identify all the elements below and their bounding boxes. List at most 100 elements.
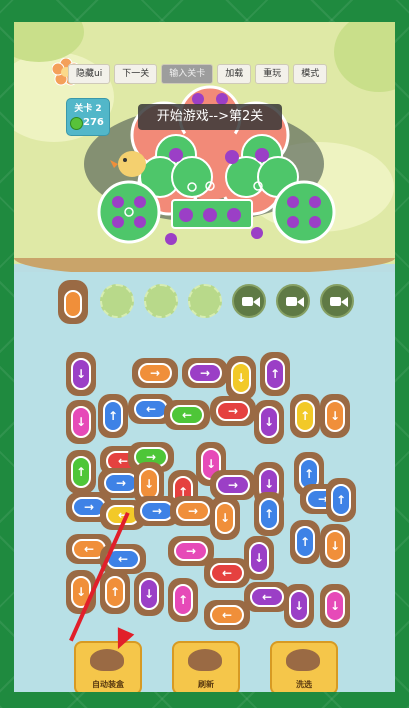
purple-basket: ↓: [259, 406, 279, 438]
auto-pack-label: 自动装盒: [92, 680, 124, 689]
capybara-piece[interactable]: →: [210, 396, 256, 426]
arrow-right-icon: →: [151, 504, 163, 518]
orange-basket: ↓: [325, 530, 345, 562]
capybara-piece[interactable]: ↑: [290, 394, 320, 438]
capybara-piece[interactable]: ↓: [284, 584, 314, 628]
capybara-pile: ↓ → → ↓ ↑ ↓ ↑ ← ← → ↓ ↑ ↓ ← → ↓ ↑ ↑ → ↓ ↑ → ↓ → ↑ → ← → → ↓ ↑ ↑ ← ← → ← ↓ ↓ ↓ ↑…: [14, 22, 395, 692]
pink-basket: ↑: [173, 584, 193, 616]
arrow-down-icon: ↓: [263, 477, 275, 491]
arrow-up-icon: ↑: [335, 493, 347, 507]
pink-basket: →: [174, 541, 208, 561]
pink-basket: ↓: [71, 406, 91, 438]
arrow-up-icon: ↑: [299, 409, 311, 423]
orange-basket: ↓: [325, 400, 345, 432]
green-basket: ←: [170, 405, 204, 425]
capybara-piece[interactable]: ↑: [168, 578, 198, 622]
capybara-piece[interactable]: ↑: [260, 352, 290, 396]
orange-basket: ↓: [215, 502, 235, 534]
arrow-right-icon: →: [227, 478, 239, 492]
game-screen: 隐藏ui 下一关 输入关卡 加载 重玩 模式 关卡 2 276 开始游戏-->第…: [14, 22, 395, 692]
purple-basket: →: [216, 475, 250, 495]
arrow-left-icon: ←: [117, 454, 129, 468]
refresh-label: 刷新: [198, 680, 214, 689]
capybara-piece[interactable]: →: [210, 470, 256, 500]
yellow-basket: ↑: [295, 400, 315, 432]
capybara-piece[interactable]: ↓: [66, 400, 96, 444]
arrow-up-icon: ↑: [109, 585, 121, 599]
blue-basket: ↑: [103, 400, 123, 432]
capybara-piece[interactable]: ↓: [226, 356, 256, 400]
capybara-piece[interactable]: ↑: [290, 520, 320, 564]
purple-basket: ↓: [289, 590, 309, 622]
arrow-down-icon: ↓: [205, 457, 217, 471]
arrow-left-icon: ←: [261, 590, 273, 604]
arrow-up-icon: ↑: [75, 465, 87, 479]
orange-basket: →: [176, 501, 210, 521]
capybara-icon: [286, 649, 320, 671]
arrow-down-icon: ↓: [329, 599, 341, 613]
purple-basket: ←: [250, 587, 284, 607]
purple-basket: ↑: [265, 358, 285, 390]
arrow-down-icon: ↓: [235, 371, 247, 385]
green-basket: ↑: [71, 456, 91, 488]
capybara-piece[interactable]: ↓: [210, 496, 240, 540]
yellow-basket: ↓: [231, 362, 251, 394]
capybara-piece[interactable]: ↓: [320, 584, 350, 628]
purple-basket: ↓: [139, 578, 159, 610]
arrow-up-icon: ↑: [263, 507, 275, 521]
arrow-up-icon: ↑: [107, 409, 119, 423]
capybara-piece[interactable]: →: [132, 358, 178, 388]
capybara-piece[interactable]: ←: [164, 400, 210, 430]
capybara-piece[interactable]: ←: [204, 600, 250, 630]
capybara-icon: [188, 649, 222, 671]
purple-basket: →: [188, 363, 222, 383]
arrow-right-icon: →: [185, 544, 197, 558]
refresh-button[interactable]: 刷新: [172, 641, 240, 692]
orange-basket: ←: [210, 605, 244, 625]
blue-basket: →: [140, 501, 174, 521]
arrow-down-icon: ↓: [75, 367, 87, 381]
arrow-right-icon: →: [115, 476, 127, 490]
pink-basket: ↓: [325, 590, 345, 622]
arrow-up-icon: ↑: [177, 593, 189, 607]
capybara-piece[interactable]: ↑: [66, 450, 96, 494]
arrow-down-icon: ↓: [329, 409, 341, 423]
purple-basket: ↓: [249, 542, 269, 574]
arrow-down-icon: ↓: [75, 415, 87, 429]
arrow-down-icon: ↓: [219, 511, 231, 525]
arrow-left-icon: ←: [145, 402, 157, 416]
arrow-right-icon: →: [199, 366, 211, 380]
red-basket: ←: [210, 563, 244, 583]
capybara-piece[interactable]: →: [182, 358, 228, 388]
purple-basket: ↓: [71, 358, 91, 390]
capybara-piece[interactable]: ↓: [66, 352, 96, 396]
capybara-piece[interactable]: ↑: [254, 492, 284, 536]
auto-pack-button[interactable]: 自动装盒: [74, 641, 142, 692]
capybara-piece[interactable]: ↓: [320, 394, 350, 438]
capybara-piece[interactable]: ↓: [244, 536, 274, 580]
arrow-left-icon: ←: [117, 552, 129, 566]
arrow-left-icon: ←: [83, 542, 95, 556]
arrow-right-icon: →: [83, 500, 95, 514]
orange-basket: ↑: [105, 576, 125, 608]
blue-basket: →: [104, 473, 138, 493]
arrow-up-icon: ↑: [303, 467, 315, 481]
blue-basket: ↑: [295, 526, 315, 558]
capybara-piece[interactable]: ↑: [100, 570, 130, 614]
orange-basket: →: [138, 363, 172, 383]
arrow-right-icon: →: [227, 404, 239, 418]
capybara-piece[interactable]: ↑: [98, 394, 128, 438]
capybara-piece[interactable]: ↑: [326, 478, 356, 522]
arrow-down-icon: ↓: [143, 477, 155, 491]
blue-basket: ↑: [331, 484, 351, 516]
arrow-down-icon: ↓: [329, 539, 341, 553]
arrow-down-icon: ↓: [75, 585, 87, 599]
capybara-piece[interactable]: ↓: [134, 572, 164, 616]
arrow-left-icon: ←: [181, 408, 193, 422]
arrow-left-icon: ←: [221, 566, 233, 580]
shuffle-label: 洗选: [296, 680, 312, 689]
capybara-piece[interactable]: ↓: [320, 524, 350, 568]
capybara-piece[interactable]: ↓: [254, 400, 284, 444]
blue-basket: ↑: [259, 498, 279, 530]
shuffle-button[interactable]: 洗选: [270, 641, 338, 692]
